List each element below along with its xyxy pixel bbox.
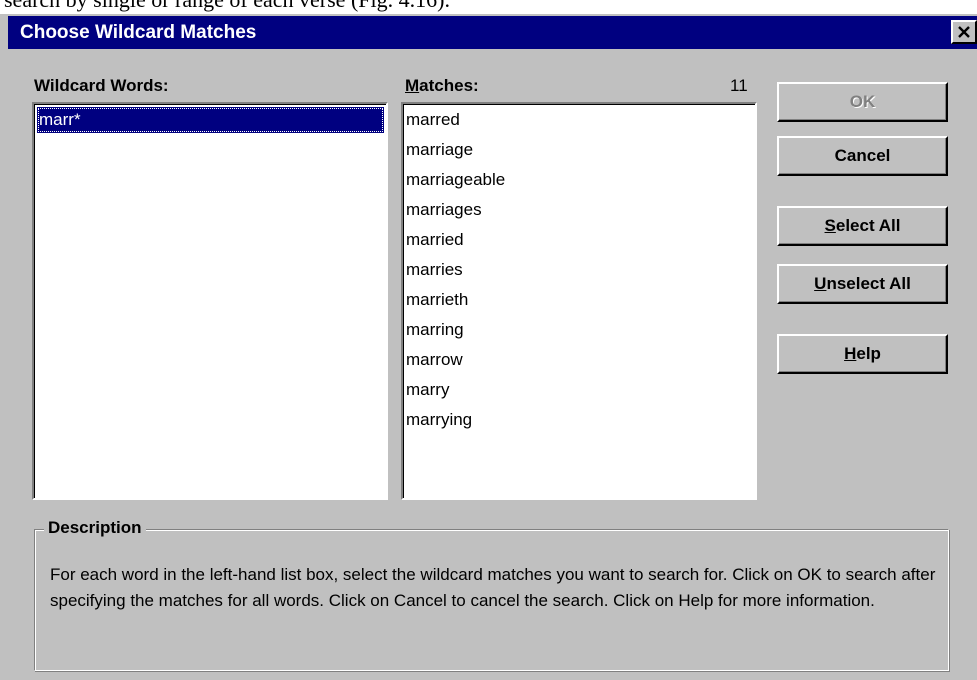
matches-label: Matches:: [405, 76, 479, 96]
match-item[interactable]: marred: [404, 105, 755, 135]
unselect-all-accel: U: [814, 274, 827, 293]
match-item[interactable]: marring: [404, 315, 755, 345]
matches-label-rest: atches:: [419, 76, 479, 95]
match-item[interactable]: married: [404, 225, 755, 255]
help-accel: H: [844, 344, 857, 363]
matches-count: 11: [730, 76, 748, 95]
background-text: search by single or range of each verse …: [4, 0, 450, 13]
select-all-label: elect All: [835, 216, 901, 235]
matches-listbox[interactable]: marred marriage marriageable marriages marri…: [401, 102, 757, 500]
description-legend: Description: [44, 518, 146, 538]
match-item[interactable]: marrieth: [404, 285, 755, 315]
help-button[interactable]: Help: [777, 334, 948, 374]
matches-label-accel: M: [405, 76, 420, 95]
wildcard-dialog: Choose Wildcard Matches Wildcard Words: …: [0, 14, 977, 680]
cancel-button[interactable]: Cancel: [777, 136, 948, 176]
background-document-text: search by single or range of each verse …: [0, 0, 977, 14]
close-icon: [958, 26, 970, 38]
match-item[interactable]: marry: [404, 375, 755, 405]
match-item[interactable]: marrow: [404, 345, 755, 375]
dialog-title: Choose Wildcard Matches: [20, 22, 257, 43]
match-item[interactable]: marriageable: [404, 165, 755, 195]
close-button[interactable]: [951, 20, 977, 44]
wildcard-words-label: Wildcard Words:: [34, 76, 169, 95]
help-label: elp: [856, 344, 881, 363]
description-text: For each word in the left-hand list box,…: [50, 565, 936, 610]
match-item[interactable]: marriages: [404, 195, 755, 225]
title-bar: Choose Wildcard Matches: [8, 16, 977, 49]
wildcard-words-list: marr*: [34, 104, 386, 498]
match-item[interactable]: marries: [404, 255, 755, 285]
wildcard-word-item[interactable]: marr*: [37, 107, 384, 133]
matches-list: marred marriage marriageable marriages marri…: [403, 104, 755, 498]
ok-button[interactable]: OK: [777, 82, 948, 122]
unselect-all-label: nselect All: [826, 274, 911, 293]
select-all-button[interactable]: Select All: [777, 206, 948, 246]
match-item[interactable]: marrying: [404, 405, 755, 435]
wildcard-words-listbox[interactable]: marr*: [32, 102, 388, 500]
unselect-all-button[interactable]: Unselect All: [777, 264, 948, 304]
match-item[interactable]: marriage: [404, 135, 755, 165]
select-all-accel: S: [824, 216, 836, 235]
